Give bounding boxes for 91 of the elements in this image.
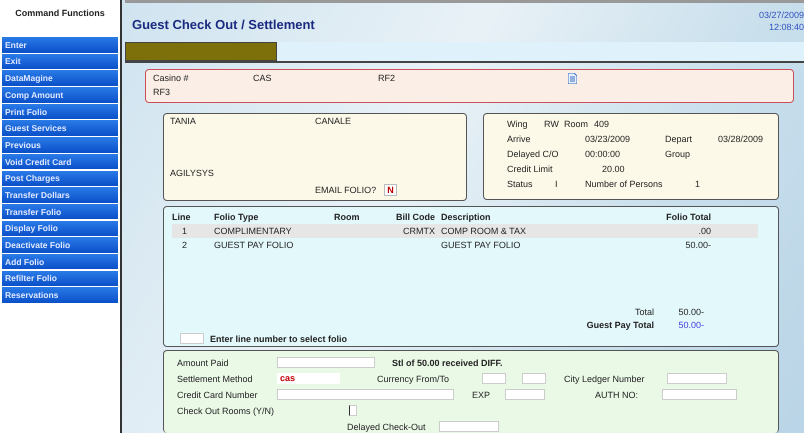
- column-header: Description: [441, 212, 492, 222]
- email-folio-label: EMAIL FOLIO?: [315, 184, 376, 195]
- select-hint: Enter line number to select folio: [210, 334, 348, 344]
- command-button[interactable]: Post Charges: [2, 170, 118, 186]
- table-cell-text: 2: [181, 240, 188, 250]
- first-name: TANIA: [170, 116, 197, 128]
- table-cell-text: COMPLIMENTARY: [214, 226, 293, 236]
- settlement-message: Stl of 50.00 received DIFF.: [392, 358, 503, 368]
- delayed-value: 00:00:00: [585, 149, 622, 160]
- column-header: Bill Code: [394, 212, 436, 222]
- arrive-value: 03/23/2009: [585, 134, 632, 144]
- status-value: I: [555, 179, 558, 190]
- city-ledger-label: City Ledger Number: [564, 374, 646, 384]
- table-cell-text: GUEST PAY FOLIO: [441, 240, 522, 250]
- currency-label: Currency From/To: [377, 374, 450, 384]
- company-name: AGILYSYS: [170, 168, 215, 180]
- delayed-check-out-field[interactable]: [439, 421, 499, 432]
- arrive-label: Arrive: [507, 134, 532, 144]
- room-label: Room: [564, 119, 590, 130]
- column-header: Folio Total: [665, 212, 712, 222]
- email-folio-field[interactable]: N: [384, 184, 397, 196]
- persons-label: Number of Persons: [585, 179, 664, 190]
- column-header: Room: [334, 212, 360, 222]
- time-text: 12:08:40: [768, 21, 804, 33]
- command-button[interactable]: DataMagine: [2, 70, 118, 86]
- group-label: Group: [665, 149, 692, 160]
- amount-paid-field[interactable]: [277, 357, 375, 368]
- total-value: 50.00-: [677, 307, 704, 317]
- field-text: RF2: [378, 73, 396, 84]
- date-text: 03/27/2009: [758, 9, 804, 21]
- settlement-method-label: Settlement Method: [177, 374, 254, 384]
- document-icon[interactable]: [568, 72, 577, 84]
- check-out-rooms-label: Check Out Rooms (Y/N): [177, 406, 276, 416]
- delayed-label: Delayed C/O: [507, 149, 560, 160]
- sidebar-title: Command Functions: [14, 8, 106, 20]
- casino-label: Casino #: [153, 73, 190, 84]
- wing-value: RW: [544, 119, 560, 130]
- casino-value: CAS: [253, 73, 273, 84]
- column-header: Line: [172, 212, 192, 222]
- depart-label: Depart: [665, 134, 694, 144]
- command-button[interactable]: Guest Services: [2, 120, 118, 136]
- tab[interactable]: [125, 42, 277, 62]
- persons-value: 1: [695, 179, 700, 190]
- total-label: Total: [634, 307, 654, 317]
- command-button[interactable]: Display Folio: [2, 220, 118, 236]
- table-cell-text: GUEST PAY FOLIO: [214, 240, 294, 250]
- exp-field[interactable]: [505, 389, 545, 400]
- depart-value: 03/28/2009: [718, 134, 764, 144]
- command-button[interactable]: Deactivate Folio: [2, 237, 118, 253]
- column-header: Folio Type: [214, 212, 260, 222]
- command-button[interactable]: Transfer Dollars: [2, 187, 118, 203]
- table-cell-text: COMP ROOM & TAX: [441, 226, 528, 236]
- city-ledger-field[interactable]: [667, 373, 727, 384]
- folio-row[interactable]: 2 GUEST PAY FOLIO GUEST PAY FOLIO 50.00-: [172, 238, 758, 252]
- command-button[interactable]: Exit: [2, 54, 118, 70]
- command-button[interactable]: Print Folio: [2, 104, 118, 120]
- line-number-field[interactable]: [180, 333, 204, 344]
- settlement-method-field[interactable]: cas: [277, 373, 340, 384]
- guest-pay-total-label: Guest Pay Total: [586, 320, 654, 330]
- table-cell-text: CRMTX: [402, 226, 436, 236]
- table-cell-text: .00: [697, 226, 712, 236]
- page-title: Guest Check Out / Settlement: [132, 17, 315, 32]
- wing-label: Wing: [507, 119, 529, 130]
- amount-paid-label: Amount Paid: [177, 358, 230, 368]
- status-label: Status: [507, 179, 534, 190]
- auth-no-label: AUTH NO:: [595, 390, 640, 400]
- room-value: 409: [594, 119, 610, 130]
- check-out-rooms-field[interactable]: [349, 405, 357, 416]
- exp-label: EXP: [472, 390, 492, 400]
- command-button[interactable]: Transfer Folio: [2, 204, 118, 220]
- table-cell-text: 50.00-: [684, 240, 712, 250]
- command-button[interactable]: Void Credit Card: [2, 154, 118, 170]
- credit-card-label: Credit Card Number: [177, 390, 259, 400]
- field-text: RF3: [153, 87, 172, 98]
- command-button[interactable]: Previous: [2, 137, 118, 153]
- auth-no-field[interactable]: [662, 389, 737, 400]
- command-button[interactable]: Comp Amount: [2, 87, 118, 103]
- command-button[interactable]: Reservations: [2, 287, 118, 303]
- command-button[interactable]: Refilter Folio: [2, 270, 118, 286]
- command-button[interactable]: Enter: [2, 37, 118, 52]
- currency-from-field[interactable]: [482, 373, 506, 384]
- delayed-check-out-label: Delayed Check-Out: [347, 422, 427, 432]
- credit-limit-value: 20.00: [601, 164, 626, 174]
- currency-to-field[interactable]: [522, 373, 546, 384]
- guest-pay-total-value: 50.00-: [677, 320, 704, 330]
- folio-row[interactable]: 1 COMPLIMENTARY CRMTX COMP ROOM & TAX .00: [172, 224, 758, 238]
- credit-card-field[interactable]: [277, 389, 454, 400]
- last-name: CANALE: [315, 116, 352, 128]
- command-button[interactable]: Add Folio: [2, 254, 118, 270]
- table-cell-text: 1: [181, 226, 188, 236]
- credit-limit-label: Credit Limit: [507, 164, 554, 174]
